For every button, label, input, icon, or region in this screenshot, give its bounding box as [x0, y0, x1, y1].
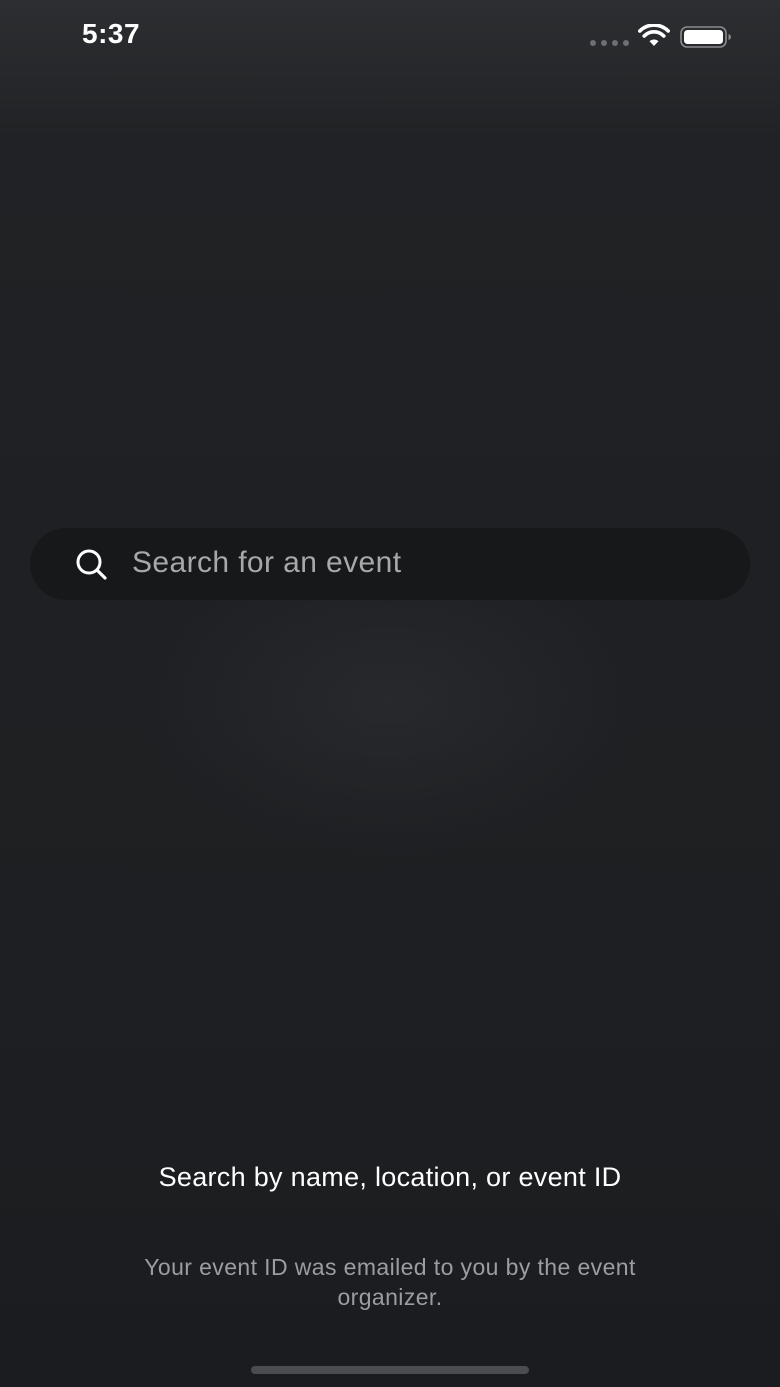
- search-input-placeholder[interactable]: Search for an event: [132, 546, 401, 580]
- status-bar: 5:37: [0, 0, 780, 76]
- battery-icon: [680, 26, 731, 48]
- search-icon: [76, 549, 107, 580]
- cellular-signal-icon: [590, 40, 630, 46]
- status-time: 5:37: [82, 18, 141, 49]
- hint-subtitle: Your event ID was emailed to you by the …: [144, 1254, 636, 1310]
- wifi-icon: [638, 24, 670, 46]
- event-search-screen: 5:37 Search for an event Search by name,…: [0, 0, 780, 1387]
- home-indicator[interactable]: [251, 1366, 529, 1374]
- hint-title: Search by name, location, or event ID: [158, 1162, 622, 1192]
